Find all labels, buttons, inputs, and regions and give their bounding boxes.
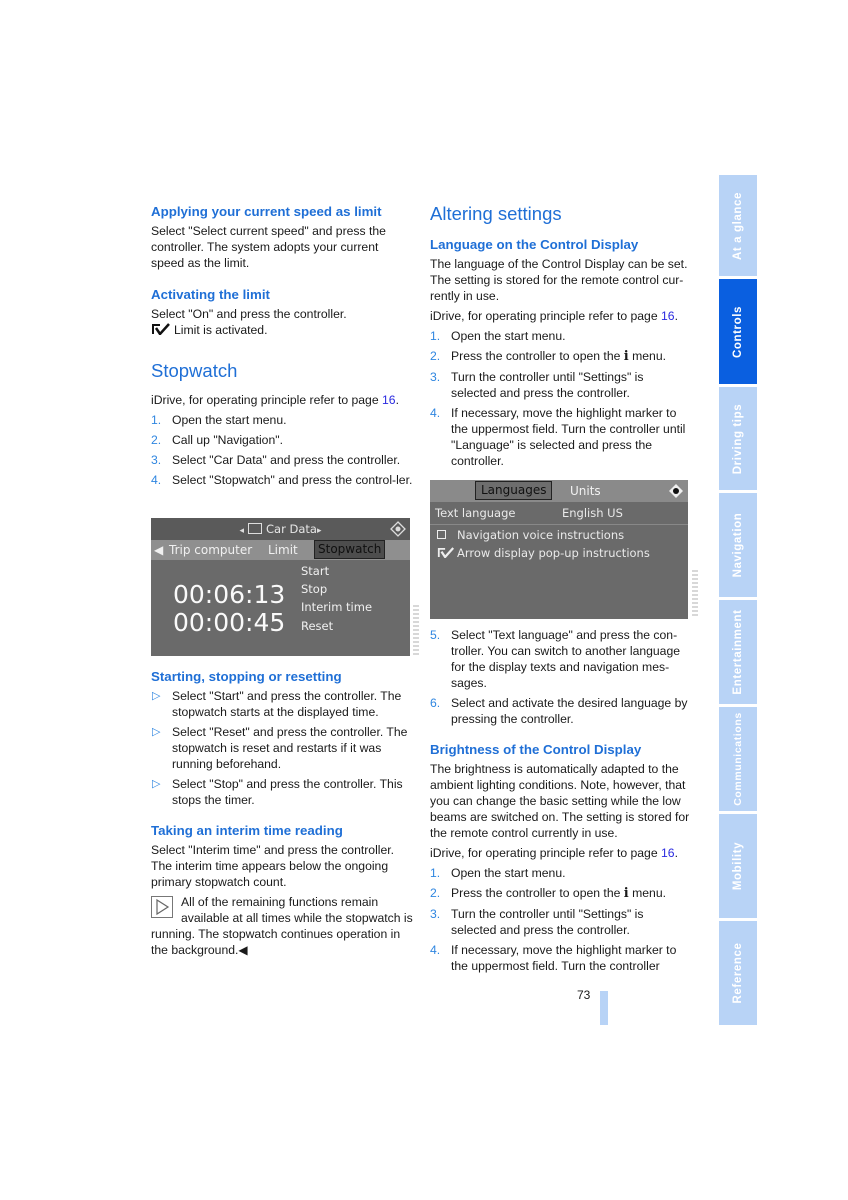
option-navigation-voice[interactable]: Navigation voice instructions: [437, 528, 624, 542]
screen-tabs: ◀ Trip computer Limit Stopwatch: [151, 540, 410, 560]
page-link[interactable]: 16: [661, 846, 675, 860]
language-steps-cont: 5. Select "Text language" and press the c…: [430, 627, 692, 727]
step: 2. Press the controller to open the i men…: [430, 886, 666, 901]
side-tab-reference[interactable]: Reference: [719, 921, 757, 1025]
step: 1. Open the start menu.: [430, 866, 566, 880]
triangle-bullet-icon: ▷: [152, 778, 161, 790]
triangle-bullet-icon: ▷: [152, 726, 161, 738]
page-link[interactable]: 16: [661, 309, 675, 323]
heading-speed-limit: Applying your current speed as limit: [151, 204, 382, 219]
primary-time: 00:06:13: [173, 580, 286, 609]
activated-status: Limit is activated.: [151, 322, 413, 338]
step: 5. Select "Text language" and press the c…: [430, 628, 681, 690]
language-intro: iDrive, for operating principle refer to…: [430, 309, 678, 323]
step: 4. If necessary, move the highlight marke…: [430, 943, 677, 973]
step: 3. Turn the controller until "Settings" i…: [430, 370, 644, 400]
note: All of the remaining functions remain av…: [151, 895, 413, 957]
end-marker: ◀: [238, 943, 248, 957]
right-column-lower: 5. Select "Text language" and press the c…: [430, 627, 692, 978]
heading-brightness: Brightness of the Control Display: [430, 742, 642, 757]
brightness-text: The brightness is automatically adapted …: [430, 762, 690, 840]
tab-trip-computer[interactable]: Trip computer: [169, 540, 252, 560]
activating-text: Select "On" and press the controller.: [151, 307, 347, 321]
step: 2. Press the controller to open the i men…: [430, 349, 666, 364]
menu-interim-time[interactable]: Interim time: [301, 598, 372, 616]
heading-activating: Activating the limit: [151, 287, 270, 302]
image-code: [692, 570, 698, 618]
side-tab-at-a-glance[interactable]: At a glance: [719, 175, 757, 276]
step: 3. Select "Car Data" and press the contro…: [151, 453, 401, 467]
computer-icon: [248, 523, 263, 534]
left-column-lower: Starting, stopping or resetting ▷ Select …: [151, 669, 413, 958]
heading-altering-settings: Altering settings: [430, 203, 562, 224]
step: 4. If necessary, move the highlight marke…: [430, 406, 686, 468]
interim-time: 00:00:45: [173, 608, 286, 637]
step: 4. Select "Stopwatch" and press the contr…: [151, 473, 413, 487]
page-link[interactable]: 16: [382, 393, 396, 407]
page-number: 73: [577, 988, 591, 1002]
step: 3. Turn the controller until "Settings" i…: [430, 907, 644, 937]
screen-title-bar: ◂ Car Data▸: [151, 518, 410, 540]
step: 2. Call up "Navigation".: [151, 433, 283, 447]
language-screen: Languages Units Text language English US…: [430, 480, 688, 619]
stopwatch-intro: iDrive, for operating principle refer to…: [151, 393, 399, 407]
stopwatch-steps: 1. Open the start menu. 2. Call up "Naviga…: [151, 412, 413, 488]
option-arrow-display[interactable]: Arrow display pop-up instructions: [437, 546, 650, 560]
step: 6. Select and activate the desired langua…: [430, 696, 688, 726]
note-icon: [151, 896, 173, 918]
text-language-value[interactable]: English US: [562, 506, 623, 520]
side-tab-mobility[interactable]: Mobility: [719, 814, 757, 918]
heading-interim: Taking an interim time reading: [151, 823, 343, 838]
heading-starting: Starting, stopping or resetting: [151, 669, 342, 684]
tab-limit[interactable]: Limit: [268, 540, 298, 560]
menu-stop[interactable]: Stop: [301, 580, 327, 598]
triangle-bullet-icon: ▷: [152, 690, 161, 702]
side-tab-navigation[interactable]: Navigation: [719, 493, 757, 597]
bullet-item: ▷ Select "Reset" and press the controller…: [152, 725, 408, 771]
screen-title: Car Data: [266, 522, 317, 536]
menu-start[interactable]: Start: [301, 562, 329, 580]
stopwatch-screen: ◂ Car Data▸ ◀ Trip computer Limit Stopwat…: [151, 518, 410, 656]
step: 1. Open the start menu.: [430, 329, 566, 343]
right-column: Altering settings Language on the Contro…: [430, 203, 692, 473]
brightness-steps: 1. Open the start menu. 2. Press the contr…: [430, 865, 692, 974]
language-text: The language of the Control Display can …: [430, 257, 688, 303]
speed-limit-text: Select "Select current speed" and press …: [151, 224, 386, 270]
controller-icon: [669, 484, 683, 498]
page-marker: [600, 991, 608, 1025]
side-tab-driving-tips[interactable]: Driving tips: [719, 387, 757, 490]
image-code: [413, 605, 419, 655]
checkbox-unchecked-icon: [437, 530, 446, 539]
heading-language: Language on the Control Display: [430, 237, 639, 252]
left-column: Applying your current speed as limit Sel…: [151, 204, 413, 492]
text-language-label: Text language: [435, 506, 516, 520]
back-icon[interactable]: ◀: [154, 540, 163, 560]
brightness-intro: iDrive, for operating principle refer to…: [430, 846, 678, 860]
tab-units[interactable]: Units: [570, 480, 601, 502]
interim-text: Select "Interim time" and press the cont…: [151, 843, 395, 889]
bullet-item: ▷ Select "Stop" and press the controller.…: [152, 777, 403, 807]
bullet-item: ▷ Select "Start" and press the controller…: [152, 689, 402, 719]
side-tab-entertainment[interactable]: Entertainment: [719, 600, 757, 704]
tab-languages[interactable]: Languages: [475, 481, 553, 500]
checkbox-checked-icon: [152, 323, 170, 335]
side-tab-controls[interactable]: Controls: [719, 279, 757, 384]
heading-stopwatch: Stopwatch: [151, 360, 238, 381]
tab-stopwatch[interactable]: Stopwatch: [314, 540, 386, 559]
controller-icon: [390, 521, 406, 537]
menu-reset[interactable]: Reset: [301, 617, 333, 635]
screen-tabs: Languages Units: [430, 480, 688, 502]
language-steps: 1. Open the start menu. 2. Press the contr…: [430, 328, 692, 469]
checkbox-checked-icon: [437, 547, 455, 559]
side-tab-communications[interactable]: Communications: [719, 707, 757, 811]
step: 1. Open the start menu.: [151, 413, 287, 427]
starting-bullets: ▷ Select "Start" and press the controller…: [151, 688, 413, 808]
